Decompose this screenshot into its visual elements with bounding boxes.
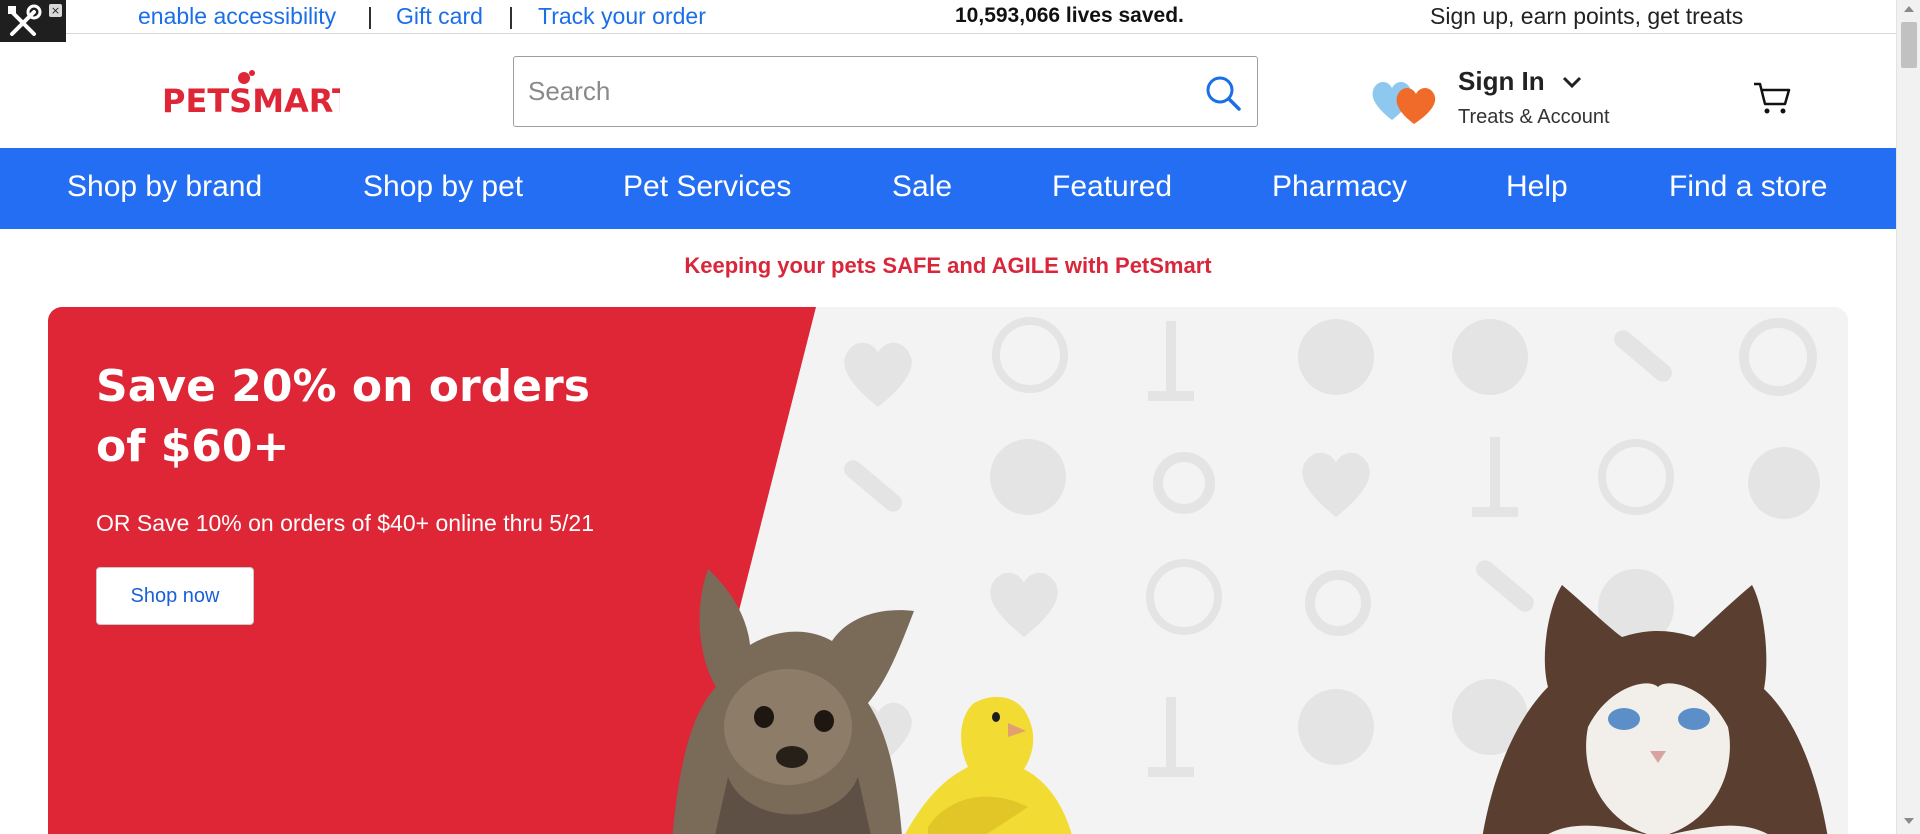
nav-item-featured[interactable]: Featured xyxy=(1052,170,1172,204)
site-header: PETSMART Sign In Treats & Account xyxy=(0,34,1896,148)
track-order-link[interactable]: Track your order xyxy=(538,3,706,30)
nav-item-find-a-store[interactable]: Find a store xyxy=(1669,170,1827,204)
hero-banner[interactable]: Save 20% on orders of $60+ OR Save 10% o… xyxy=(48,307,1848,834)
utility-separator: | xyxy=(367,3,373,29)
page-scrollbar[interactable] xyxy=(1896,0,1920,834)
enable-accessibility-link[interactable]: enable accessibility xyxy=(138,3,336,30)
search-box[interactable] xyxy=(513,56,1258,127)
sign-in-button[interactable]: Sign In xyxy=(1458,66,1545,97)
nav-item-sale[interactable]: Sale xyxy=(892,170,952,204)
accessibility-tools-widget[interactable]: × xyxy=(0,0,66,42)
treats-hearts-icon xyxy=(1372,82,1436,124)
nav-item-shop-by-pet[interactable]: Shop by pet xyxy=(363,170,523,204)
utility-separator: | xyxy=(508,3,514,29)
nav-item-pet-services[interactable]: Pet Services xyxy=(623,170,791,204)
search-icon[interactable] xyxy=(1203,73,1243,113)
petsmart-logo[interactable]: PETSMART xyxy=(160,66,340,126)
tools-icon xyxy=(8,4,42,36)
main-nav: Shop by brand Shop by pet Pet Services S… xyxy=(0,148,1896,229)
close-widget-icon[interactable]: × xyxy=(49,4,62,17)
lives-saved-counter: 10,593,066 lives saved. xyxy=(955,4,1184,27)
scroll-down-arrow-icon[interactable] xyxy=(1903,816,1915,826)
scroll-up-arrow-icon[interactable] xyxy=(1903,4,1915,14)
nav-item-pharmacy[interactable]: Pharmacy xyxy=(1272,170,1407,204)
petsmart-homepage: × enable accessibility | Gift card | Tra… xyxy=(0,0,1920,834)
hero-subtext: OR Save 10% on orders of $40+ online thr… xyxy=(96,510,595,536)
treats-account-label[interactable]: Treats & Account xyxy=(1458,106,1610,129)
svg-text:PETSMART: PETSMART xyxy=(162,82,340,120)
chevron-down-icon[interactable] xyxy=(1560,70,1584,94)
gift-card-link[interactable]: Gift card xyxy=(396,3,483,30)
rewards-promo-link[interactable]: Sign up, earn points, get treats xyxy=(1430,3,1743,30)
nav-item-shop-by-brand[interactable]: Shop by brand xyxy=(67,170,262,204)
cart-icon[interactable] xyxy=(1752,80,1792,116)
hero-copy: Save 20% on orders of $60+ OR Save 10% o… xyxy=(96,357,616,625)
utility-bar: enable accessibility | Gift card | Track… xyxy=(0,0,1896,34)
scroll-thumb[interactable] xyxy=(1901,22,1917,68)
shop-now-button[interactable]: Shop now xyxy=(96,567,254,625)
safety-banner[interactable]: Keeping your pets SAFE and AGILE with Pe… xyxy=(0,253,1896,279)
nav-item-help[interactable]: Help xyxy=(1506,170,1568,204)
hero-headline: Save 20% on orders of $60+ xyxy=(96,361,590,472)
search-input[interactable] xyxy=(528,71,1168,111)
